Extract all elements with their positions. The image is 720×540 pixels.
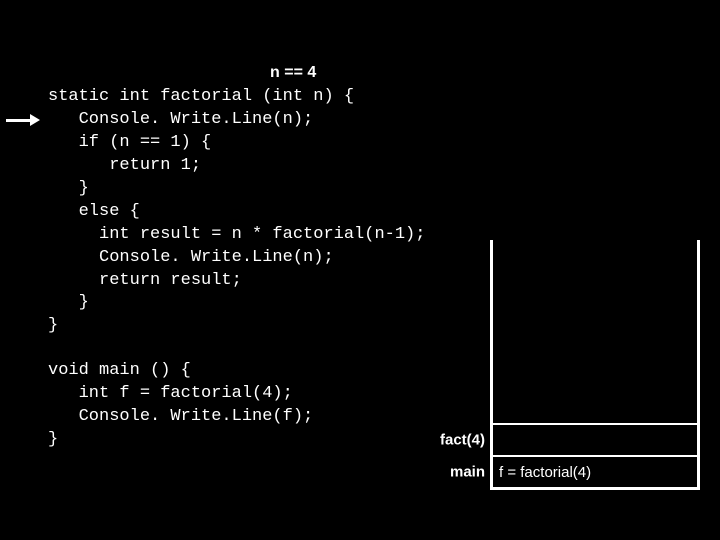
arrow-head	[30, 114, 40, 126]
parameter-annotation: n == 4	[270, 64, 316, 82]
stack-frame-content: f = factorial(4)	[499, 464, 591, 481]
call-stack: fact(4) main f = factorial(4)	[490, 240, 700, 490]
stack-frame-fact4: fact(4)	[493, 423, 697, 455]
execution-arrow-icon	[6, 114, 40, 126]
code-main: void main () { int f = factorial(4); Con…	[48, 360, 313, 452]
stack-frame-label: fact(4)	[440, 432, 485, 449]
arrow-stem	[6, 119, 30, 122]
stack-frame-main: main f = factorial(4)	[493, 455, 697, 487]
stack-frame-label: main	[450, 464, 485, 481]
stack-well: fact(4) main f = factorial(4)	[490, 240, 700, 490]
code-factorial: static int factorial (int n) { Console. …	[48, 86, 425, 338]
